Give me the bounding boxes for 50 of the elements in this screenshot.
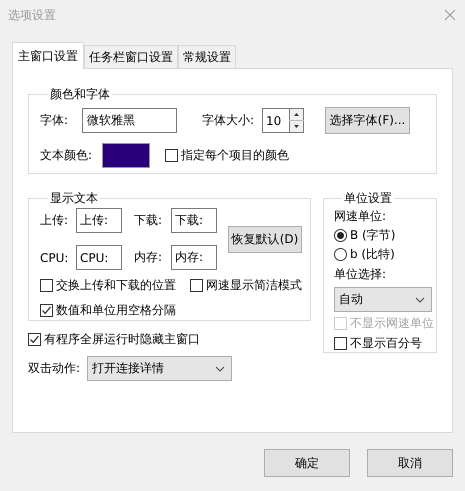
field-label: 双击动作: [28, 360, 82, 377]
color-swatch[interactable] [102, 143, 150, 168]
radio-label: b (比特) [350, 246, 395, 263]
checkbox[interactable] [190, 279, 203, 292]
checkbox[interactable] [40, 304, 53, 317]
radio-button[interactable] [334, 229, 347, 242]
checkbox-label: 不显示网速单位 [350, 315, 434, 332]
section-label: 单位选择: [334, 266, 386, 283]
checkbox[interactable] [40, 279, 53, 292]
checkbox-label: 网速显示简洁模式 [206, 277, 302, 294]
tab[interactable]: 主窗口设置 [12, 42, 84, 69]
radio-label: B (字节) [350, 227, 396, 244]
field-label: 字体大小: [202, 112, 256, 129]
checkbox[interactable] [165, 149, 178, 162]
dialog-button[interactable]: 确定 [264, 449, 350, 477]
text-field[interactable]: 内存: [171, 245, 217, 270]
size-field[interactable]: 10 [262, 108, 289, 133]
chevron-down-icon [215, 366, 225, 372]
checkbox-label: 有程序全屏运行时隐藏主窗口 [44, 331, 200, 348]
field-label: 字体: [40, 112, 70, 129]
tab[interactable]: 任务栏窗口设置 [84, 45, 178, 68]
checkbox[interactable] [28, 333, 41, 346]
spin-button-icon[interactable] [289, 108, 304, 133]
checkbox-label: 指定每个项目的颜色 [181, 147, 289, 164]
text-field[interactable]: 上传: [76, 208, 122, 233]
field-label: 下载: [134, 212, 164, 229]
group-title: 单位设置 [343, 190, 393, 207]
group-title: 显示文本 [49, 190, 99, 207]
field-label: CPU: [40, 250, 70, 264]
checkbox[interactable] [334, 337, 347, 350]
dialog-button[interactable]: 取消 [367, 449, 453, 477]
chevron-down-icon [415, 296, 425, 302]
field-label: 文本颜色: [40, 147, 94, 164]
text-field[interactable]: 下载: [171, 208, 217, 233]
section-label: 网速单位: [334, 208, 386, 225]
checkbox-label: 数值和单位用空格分隔 [56, 302, 176, 319]
text-field[interactable]: CPU: [76, 245, 122, 270]
double-click-dropdown[interactable]: 打开连接详情 [87, 356, 232, 381]
field-label: 内存: [134, 249, 164, 266]
restore-default-button[interactable]: 恢复默认(D) [228, 226, 302, 252]
radio-button[interactable] [334, 248, 347, 261]
checkbox-label: 不显示百分号 [350, 335, 422, 352]
choose-font-button[interactable]: 选择字体(F)... [325, 107, 410, 134]
unit-dropdown[interactable]: 自动 [334, 287, 432, 312]
field-label: 上传: [40, 212, 70, 229]
window-title: 选项设置 [8, 6, 56, 24]
font-field[interactable]: 微软雅黑 [82, 108, 177, 133]
group-title: 颜色和字体 [49, 86, 111, 103]
tab[interactable]: 常规设置 [178, 45, 236, 68]
checkbox-label: 交换上传和下载的位置 [56, 277, 176, 294]
